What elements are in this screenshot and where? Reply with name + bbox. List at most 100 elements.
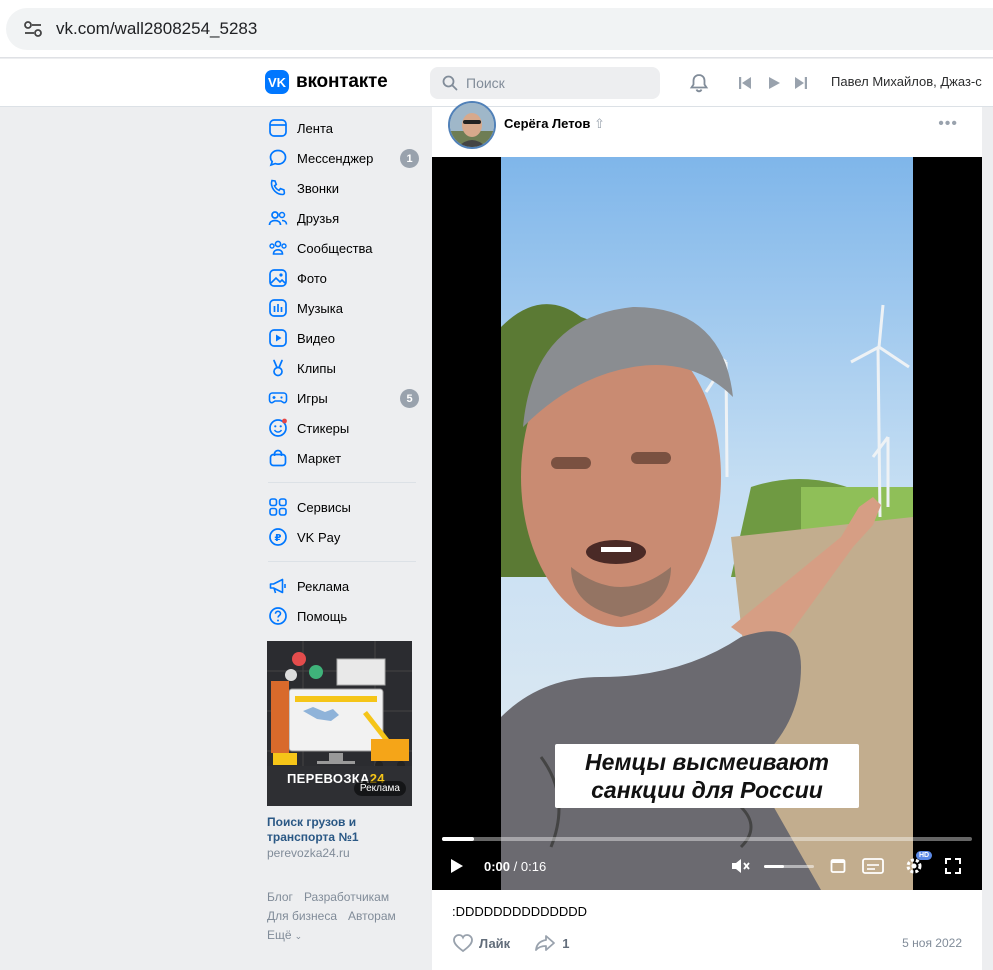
- sidebar-item[interactable]: Фото: [262, 263, 424, 293]
- current-track-label[interactable]: Павел Михайлов, Джаз-с: [831, 74, 993, 89]
- sidebar-item-label: Маркет: [297, 450, 342, 466]
- previous-track-icon[interactable]: [733, 71, 757, 95]
- play-track-icon[interactable]: [762, 71, 786, 95]
- miniplayer-icon[interactable]: [830, 855, 846, 877]
- sidebar-item[interactable]: Друзья: [262, 203, 424, 233]
- clips-icon: [268, 358, 288, 378]
- sidebar-item[interactable]: Сервисы: [262, 492, 424, 522]
- sidebar-item[interactable]: Маркет: [262, 443, 424, 473]
- sidebar-item-label: Лента: [297, 120, 333, 136]
- video-caption: Немцы высмеивают санкции для России: [555, 744, 859, 808]
- play-icon[interactable]: [450, 855, 464, 877]
- vk-logo-icon: VK: [265, 70, 289, 94]
- address-bar[interactable]: vk.com/wall2808254_5283: [6, 8, 993, 50]
- share-count: 1: [562, 935, 570, 951]
- video-time-current: 0:00: [484, 858, 511, 874]
- hd-badge: HD: [916, 851, 933, 860]
- footer-links: Блог Разработчикам Для бизнеса Авторам Ещё…: [267, 888, 424, 946]
- counter-badge: 1: [400, 149, 419, 168]
- post-author-name[interactable]: Серёга Летов: [504, 116, 590, 131]
- search-icon: [442, 75, 458, 91]
- vk-logo[interactable]: VK вконтакте: [265, 70, 388, 94]
- communities-icon: [268, 238, 288, 258]
- sidebar-item[interactable]: Мессенджер 1: [262, 143, 424, 173]
- volume-slider[interactable]: [764, 855, 814, 877]
- search-placeholder: Поиск: [466, 75, 505, 91]
- sidebar-item-label: Помощь: [297, 608, 348, 624]
- help-icon: [268, 606, 288, 626]
- sidebar-item[interactable]: Лента: [262, 113, 424, 143]
- rocket-icon: ⇧: [593, 116, 605, 131]
- share-icon: [535, 935, 556, 951]
- footer-link-more[interactable]: Ещё: [267, 928, 292, 942]
- sidebar-item[interactable]: Игры 5: [262, 383, 424, 413]
- sidebar-item[interactable]: Стикеры: [262, 413, 424, 443]
- share-button[interactable]: 1: [534, 933, 569, 953]
- footer-link-authors[interactable]: Авторам: [348, 909, 396, 923]
- sidebar-item-label: Музыка: [297, 300, 343, 316]
- heart-icon: [453, 934, 473, 953]
- video-caption-line-1: Немцы высмеивают: [585, 749, 829, 775]
- browser-toolbar: vk.com/wall2808254_5283: [0, 0, 993, 58]
- subtitles-icon[interactable]: [862, 855, 884, 877]
- sidebar-item[interactable]: Музыка: [262, 293, 424, 323]
- vkpay-icon: ₽: [268, 527, 288, 547]
- more-options-icon[interactable]: •••: [938, 115, 958, 133]
- vk-header: VK вконтакте Поиск Павел Михайлов, Джаз-…: [0, 59, 993, 107]
- search-input[interactable]: Поиск: [430, 67, 660, 99]
- video-time-total: 0:16: [520, 858, 547, 874]
- counter-badge: 5: [400, 389, 419, 408]
- vk-logo-text: вконтакте: [296, 71, 388, 92]
- sidebar-item[interactable]: ₽ VK Pay: [262, 522, 424, 552]
- post-date[interactable]: 5 ноя 2022: [902, 936, 962, 950]
- avatar[interactable]: [448, 101, 496, 149]
- like-button[interactable]: Лайк: [452, 933, 510, 953]
- photo-icon: [268, 268, 288, 288]
- stickers-icon: [268, 418, 288, 438]
- sidebar-item[interactable]: Звонки: [262, 173, 424, 203]
- sidebar-item-label: Видео: [297, 330, 335, 346]
- market-icon: [268, 448, 288, 468]
- sidebar-item-label: Сервисы: [297, 499, 351, 515]
- chat-icon: [268, 148, 288, 168]
- svg-text:₽: ₽: [275, 533, 282, 544]
- video-caption-line-2: санкции для России: [591, 777, 823, 803]
- sidebar-item[interactable]: Клипы: [262, 353, 424, 383]
- footer-link-developers[interactable]: Разработчикам: [304, 890, 389, 904]
- site-settings-icon[interactable]: [14, 14, 52, 44]
- ad-title[interactable]: Поиск грузов и транспорта №1: [267, 815, 424, 845]
- sidebar-item-label: Фото: [297, 270, 327, 286]
- post-actions: Лайк 1: [452, 933, 569, 953]
- sidebar-ad[interactable]: ПЕРЕВОЗКА24 Реклама Поиск грузов и транс…: [267, 641, 424, 860]
- video-player[interactable]: Немцы высмеивают санкции для России 0:00…: [432, 157, 982, 890]
- next-track-icon[interactable]: [789, 71, 813, 95]
- sidebar-item[interactable]: Помощь: [262, 601, 424, 631]
- sidebar-item[interactable]: Сообщества: [262, 233, 424, 263]
- phone-icon: [268, 178, 288, 198]
- sidebar-item[interactable]: Видео: [262, 323, 424, 353]
- sidebar-item-label: Реклама: [297, 578, 350, 594]
- news-icon: [268, 118, 288, 138]
- services-icon: [268, 497, 288, 517]
- fullscreen-icon[interactable]: [944, 855, 962, 877]
- games-icon: [268, 388, 288, 408]
- sidebar-item-label: Сообщества: [297, 240, 373, 256]
- post-text: :DDDDDDDDDDDDDD: [452, 904, 588, 919]
- settings-gear-icon[interactable]: HD: [904, 851, 933, 877]
- sidebar-item[interactable]: Реклама: [262, 571, 424, 601]
- notifications-bell-icon[interactable]: [687, 71, 711, 95]
- sidebar-item-label: Клипы: [297, 360, 336, 376]
- video-time: 0:00 / 0:16: [484, 858, 547, 874]
- video-progress-bar[interactable]: [442, 837, 972, 841]
- sidebar-divider: [268, 482, 416, 483]
- ad-image[interactable]: ПЕРЕВОЗКА24 Реклама: [267, 641, 412, 806]
- footer-link-business[interactable]: Для бизнеса: [267, 909, 337, 923]
- footer-link-blog[interactable]: Блог: [267, 890, 293, 904]
- volume-icon[interactable]: [730, 855, 750, 877]
- url-text[interactable]: vk.com/wall2808254_5283: [56, 19, 257, 39]
- ad-domain[interactable]: perevozka24.ru: [267, 846, 424, 860]
- sidebar-item-label: Мессенджер: [297, 150, 374, 166]
- sidebar-item-label: Игры: [297, 390, 328, 406]
- sidebar-item-label: Стикеры: [297, 420, 350, 436]
- post-author[interactable]: Серёга Летов ⇧: [504, 116, 605, 132]
